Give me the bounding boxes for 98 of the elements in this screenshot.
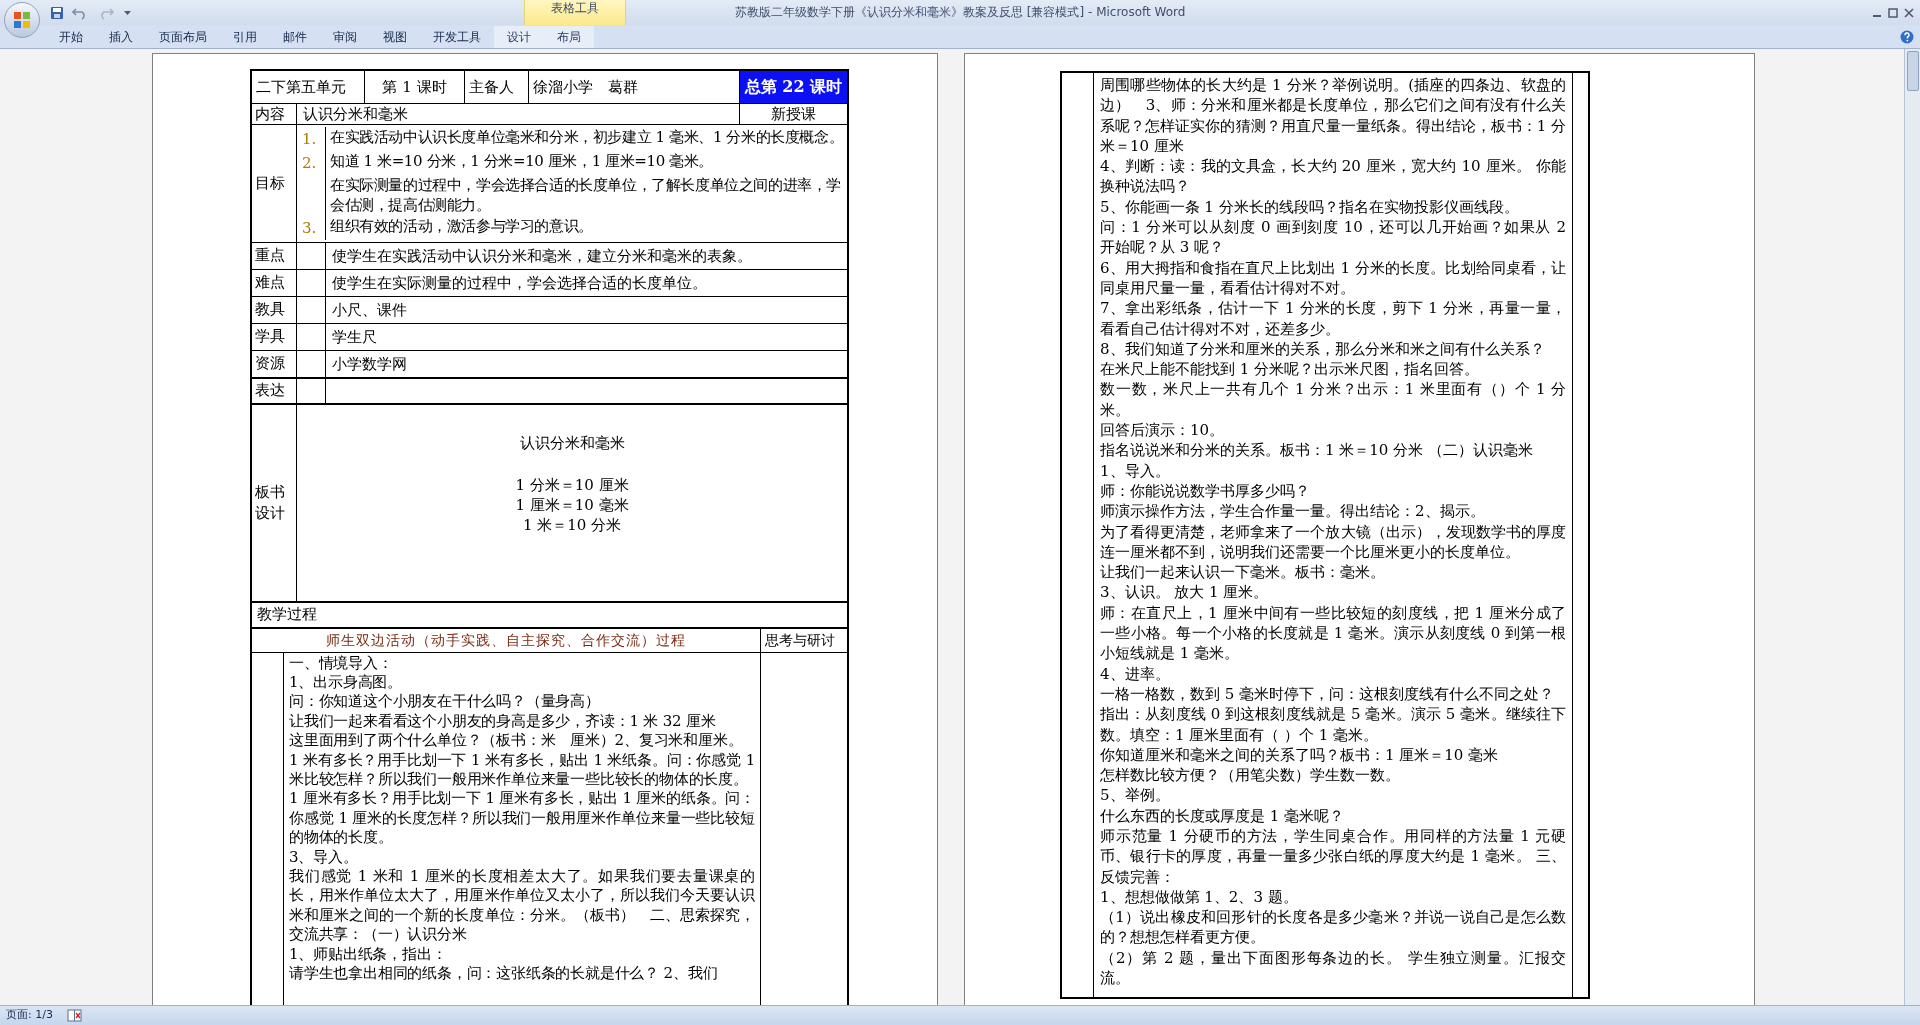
lesson-paragraph: 7、拿出彩纸条，估计一下 1 分米的长度，剪下 1 分米，再量一量，看看自己估计得对不对，还差多少。 xyxy=(1100,298,1566,339)
goal-text: 知道 1 米=10 分米，1 分米=10 厘米，1 厘米=10 毫米。 xyxy=(330,151,714,172)
lesson-paragraph: 8、我们知道了分米和厘米的关系，那么分米和米之间有什么关系？ xyxy=(1100,338,1546,360)
ribbon-tab[interactable]: 页面布局 xyxy=(146,25,220,48)
lesson-paragraph: 4、判断：读：我的文具盒，长大约 20 厘米，宽大约 10 厘米。 你能换种说法吗？ xyxy=(1100,156,1566,197)
maximize-icon[interactable] xyxy=(1886,6,1900,19)
lesson-paragraph: 1、出示身高图。 xyxy=(289,673,403,693)
row-label: 板书设计 xyxy=(255,482,286,523)
row-label: 目标 xyxy=(255,173,285,194)
office-logo-icon xyxy=(12,9,32,30)
close-icon[interactable] xyxy=(1902,6,1916,19)
row-label: 表达 xyxy=(255,380,285,401)
header-text: 主备人 xyxy=(469,76,514,98)
lesson-paragraph: 问：1 分米可以从刻度 0 画到刻度 10，还可以几开始画？如果从 2 开始呢？从 3 呢？ xyxy=(1100,217,1566,258)
book-icon[interactable] xyxy=(66,1009,83,1022)
column-heading: 思考与研讨 xyxy=(765,630,835,650)
lesson-paragraph: 师：你能说说数学书厚多少吗？ xyxy=(1100,480,1311,502)
lesson-paragraph: 回答后演示：10。 xyxy=(1100,420,1226,441)
board-title: 认识分米和毫米 xyxy=(519,432,625,453)
lesson-paragraph: 师：在直尺上，1 厘米中间有一些比较短的刻度线，把 1 厘米分成了一些小格。每一个小格的长度就是 1 毫米。演示从刻度线 0 到第一根小短线就是 1 毫米。 xyxy=(1100,602,1566,664)
goal-number: 2. xyxy=(302,154,317,172)
row-text: 学生尺 xyxy=(332,327,377,346)
lesson-paragraph: 让我们一起来看看这个小朋友的身高是多少，齐读：1 米 32 厘米 xyxy=(289,711,717,732)
content-text: 认识分米和毫米 xyxy=(303,103,408,125)
section-title: 教学过程 xyxy=(257,604,317,625)
board-line: 1 米＝10 分米 xyxy=(522,515,622,536)
lesson-paragraph: 我们感觉 1 米和 1 厘米的长度相差太大了。如果我们要去量课桌的长，用米作单位太大了，用厘米作单位又太小了，所以我们今天要认识米和厘米之间的一个新的长度单位：分米。（板书） 二、思索探究，交流共享：（一）认识分米 xyxy=(289,867,755,945)
lesson-type-text: 新授课 xyxy=(771,103,816,125)
ribbon-tab[interactable]: 设计 xyxy=(494,25,544,48)
help-icon[interactable] xyxy=(1900,29,1914,44)
lesson-paragraph: 一格一格数，数到 5 毫米时停下，问：这根刻度线有什么不同之处？ xyxy=(1100,683,1556,705)
lesson-paragraph: 1 厘米有多长？用手比划一下 1 厘米有多长，贴出 1 厘米的纸条。问：你感觉 1 厘米的长度怎样？所以我们一般用厘米作单位来量一些比较短的物体的长度。 xyxy=(289,789,755,848)
goal-number: 1. xyxy=(302,130,317,148)
lesson-paragraph: 指名说说米和分米的关系。板书：1 米＝10 分米 （二）认识毫米 xyxy=(1100,440,1534,461)
lesson-paragraph: 这里面用到了两个什么单位？（板书：米 厘米）2、复习米和厘米。 xyxy=(289,731,744,751)
row-text: 使学生在实际测量的过程中，学会选择合适的长度单位。 xyxy=(332,273,707,292)
page-indicator[interactable]: 页面: 1/3 xyxy=(6,1007,53,1024)
ribbon-tab[interactable]: 引用 xyxy=(220,25,270,48)
header-text: 二下第五单元 xyxy=(256,76,346,98)
row-text: 使学生在实践活动中认识分米和毫米，建立分米和毫米的表象。 xyxy=(332,246,752,265)
row-label: 资源 xyxy=(255,353,285,374)
lesson-paragraph: 5、你能画一条 1 分米长的线段吗？指名在实物投影仪画线段。 xyxy=(1100,196,1520,218)
lesson-paragraph: 3、认识。 放大 1 厘米。 xyxy=(1100,582,1270,603)
window-title: 苏教版二年级数学下册《认识分米和毫米》教案及反思 [兼容模式] - Microsoft Word xyxy=(735,4,1186,21)
lesson-paragraph: 你知道厘米和毫米之间的关系了吗？板书：1 厘米＝10 毫米 xyxy=(1100,744,1500,766)
scrollbar[interactable] xyxy=(1904,49,1920,1005)
lesson-paragraph: 周围哪些物体的长大约是 1 分米？举例说明。(插座的四条边、软盘的边） 3、师：分米和厘米都是长度单位，那么它们之间有没有什么关系呢？怎样证实你的猜测？用直尺量一量纸条。得出结论，板书：1 分米＝10 厘米 xyxy=(1100,75,1566,157)
lesson-paragraph: 1、想想做做第 1、2、3 题。 xyxy=(1100,886,1299,908)
lesson-paragraph: 5、举例。 xyxy=(1100,785,1171,806)
office-button[interactable] xyxy=(4,1,40,38)
save-icon[interactable] xyxy=(50,5,64,20)
lesson-paragraph: 什么东西的长度或厚度是 1 毫米呢？ xyxy=(1100,805,1346,826)
lesson-paragraph: 1 米有多长？用手比划一下 1 米有多长，贴出 1 米纸条。问：你感觉 1 米比较怎样？所以我们一般用米作单位来量一些比较长的物体的长度。 xyxy=(289,750,755,790)
ribbon-tab[interactable]: 插入 xyxy=(96,25,146,48)
ribbon-tab[interactable]: 开始 xyxy=(46,25,96,48)
lesson-paragraph: 在米尺上能不能找到 1 分米呢？出示米尺图，指名回答。 xyxy=(1100,359,1481,380)
header-text: 徐溜小学 葛群 xyxy=(533,76,638,98)
lesson-paragraph: 1、师贴出纸条，指出： xyxy=(289,944,448,965)
lesson-paragraph: 为了看得更清楚，老师拿来了一个放大镜（出示），发现数学书的厚度连一厘米都不到，说明我们还需要一个比厘米更小的长度单位。 xyxy=(1100,521,1566,563)
ribbon-tab[interactable]: 邮件 xyxy=(270,25,320,48)
header-text: 第 1 课时 xyxy=(382,76,447,98)
column-heading: 师生双边活动（动手实践、自主探究、合作交流）过程 xyxy=(326,630,686,650)
row-text: 小学数学网 xyxy=(332,354,407,373)
row-label: 内容 xyxy=(255,103,285,125)
lesson-paragraph: 问：你知道这个小朋友在干什么吗？（量身高） xyxy=(289,692,601,712)
row-label: 重点 xyxy=(255,245,285,266)
ribbon-tab[interactable]: 审阅 xyxy=(320,25,370,48)
lesson-paragraph: 3、导入。 xyxy=(289,847,359,868)
lesson-paragraph: （2）第 2 题，量出下面图形每条边的长。 学生独立测量。汇报交流。 xyxy=(1100,947,1566,989)
lesson-paragraph: 师示范量 1 分硬币的方法，学生同桌合作。用同样的方法量 1 元硬币、银行卡的厚度，再量一量多少张白纸的厚度大约是 1 毫米。 三、反馈完善： xyxy=(1100,826,1566,887)
goal-number: 3. xyxy=(302,218,317,237)
caret-icon[interactable] xyxy=(124,9,131,16)
lesson-paragraph: 让我们一起来认识一下毫米。板书：毫米。 xyxy=(1100,562,1386,583)
lesson-paragraph: 1、导入。 xyxy=(1100,460,1171,481)
goal-text: 在实际测量的过程中，学会选择合适的长度单位，了解长度单位之间的进率，学会估测，提高估测能力。 xyxy=(330,175,842,216)
lesson-total-cell: 总第 22 课时 xyxy=(740,71,847,103)
lesson-paragraph: 6、用大拇指和食指在直尺上比划出 1 分米的长度。比划给同桌看，让同桌用尺量一量，看看估计得对不对。 xyxy=(1100,257,1566,299)
row-label: 学具 xyxy=(255,326,285,347)
lesson-paragraph: 一、情境导入： xyxy=(289,653,394,673)
row-text: 小尺、课件 xyxy=(332,300,407,319)
lesson-paragraph: 4、进率。 xyxy=(1100,663,1171,684)
ribbon-tab[interactable]: 开发工具 xyxy=(420,25,494,48)
ribbon-tab[interactable]: 视图 xyxy=(370,25,420,48)
row-label: 教具 xyxy=(255,299,285,320)
contextual-tab-group: 表格工具 xyxy=(524,0,626,25)
lesson-paragraph: 请学生也拿出相同的纸条，问：这张纸条的长就是什么？ 2、我们 xyxy=(289,964,719,984)
lesson-paragraph: 数一数，米尺上一共有几个 1 分米？出示：1 米里面有（）个 1 分米。 xyxy=(1100,379,1566,421)
undo-icon[interactable] xyxy=(72,5,88,20)
ribbon-tab[interactable]: 布局 xyxy=(544,25,594,48)
lesson-paragraph: 师演示操作方法，学生合作量一量。得出结论：2、揭示。 xyxy=(1100,501,1486,522)
goal-text: 组织有效的活动，激活参与学习的意识。 xyxy=(330,215,594,236)
board-line: 1 厘米＝10 毫米 xyxy=(515,495,629,516)
board-line: 1 分米＝10 厘米 xyxy=(515,474,629,496)
lesson-paragraph: 怎样数比较方便？（用笔尖数）学生数一数。 xyxy=(1100,765,1401,786)
goal-text: 在实践活动中认识长度单位毫米和分米，初步建立 1 毫米、1 分米的长度概念。 xyxy=(330,127,845,148)
lesson-paragraph: 指出：从刻度线 0 到这根刻度线就是 5 毫米。演示 5 毫米。继续往下数。填空：1 厘米里面有（ ）个 1 毫米。 xyxy=(1100,704,1566,745)
lesson-paragraph: （1）说出橡皮和回形针的长度各是多少毫米？并说一说自己是怎么数的？想想怎样看更方便。 xyxy=(1100,907,1566,948)
row-label: 难点 xyxy=(255,272,285,293)
